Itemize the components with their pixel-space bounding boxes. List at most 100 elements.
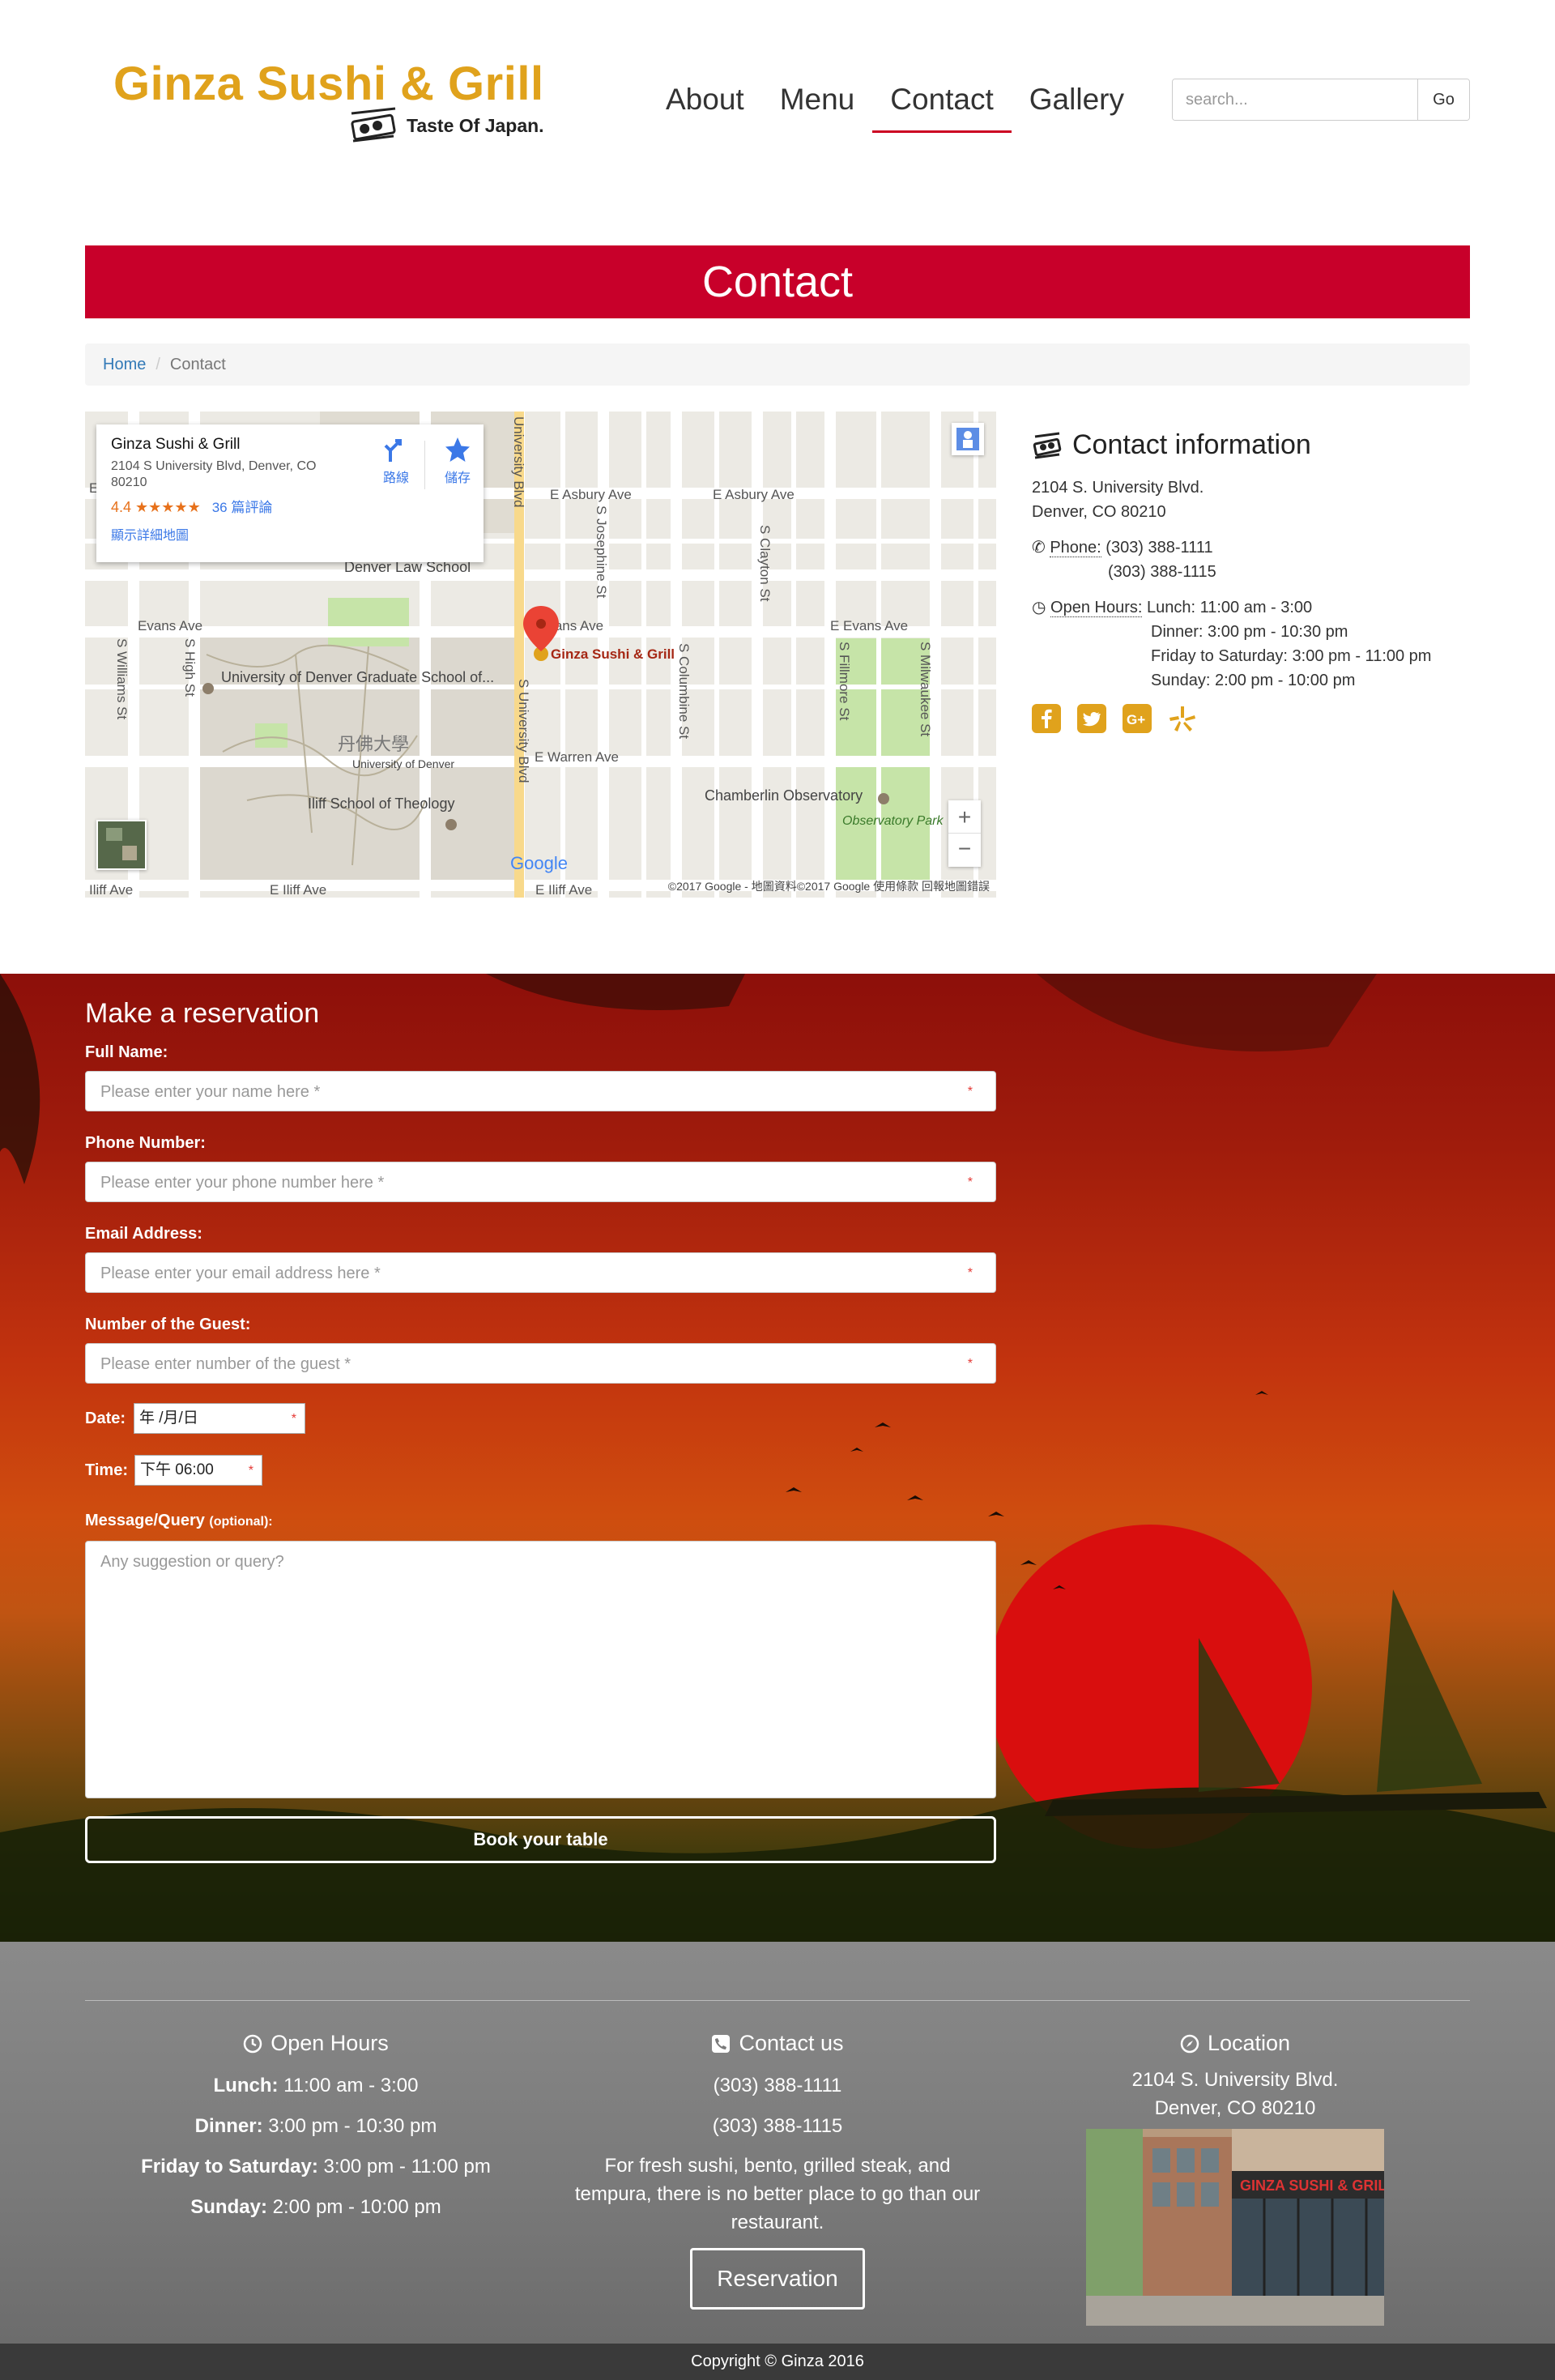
breadcrumb-home[interactable]: Home — [103, 356, 146, 373]
nav-contact[interactable]: Contact — [872, 71, 1012, 133]
map-rating-stars: 4.4 ★★★★★ — [111, 499, 201, 515]
footer-phone-2[interactable]: (303) 388-1115 — [567, 2106, 988, 2147]
map-rating: 4.4 ★★★★★ 36 篇評論 — [111, 496, 469, 516]
twitter-icon[interactable] — [1077, 704, 1106, 733]
phone-number-1[interactable]: (303) 388-1111 — [1106, 539, 1212, 557]
place-iliff: Iliff School of Theology — [308, 795, 454, 812]
phone-number-2[interactable]: (303) 388-1115 — [1032, 560, 1469, 584]
time-label: Time: — [85, 1461, 128, 1479]
time-value: 下午 06:00 — [140, 1461, 214, 1478]
logo[interactable]: Ginza Sushi & Grill Taste Of Japan. — [113, 57, 567, 146]
map-place-card: Ginza Sushi & Grill 2104 S University Bl… — [96, 424, 484, 562]
street-clayton: S Clayton St — [757, 525, 773, 602]
zoom-in-button[interactable]: + — [948, 800, 981, 834]
map-save-label: 儲存 — [444, 471, 471, 485]
footer-hours-lunch: Lunch: 11:00 am - 3:00 — [121, 2066, 510, 2106]
nav-gallery[interactable]: Gallery — [1012, 71, 1142, 133]
clock-icon — [243, 2034, 262, 2053]
search-box: Go — [1172, 79, 1470, 121]
street-milwaukee: S Milwaukee St — [918, 642, 933, 736]
reservation-button[interactable]: Reservation — [690, 2248, 865, 2310]
google-plus-icon[interactable]: G+ — [1123, 704, 1152, 733]
footer-address-line-1: 2104 S. University Blvd. — [1131, 2069, 1339, 2091]
phone-label: Phone Number: — [85, 1134, 206, 1152]
footer-hours-dinner: Dinner: 3:00 pm - 10:30 pm — [121, 2106, 510, 2147]
sushi-icon — [1033, 432, 1062, 459]
footer-phone-1[interactable]: (303) 388-1111 — [567, 2066, 988, 2106]
place-observatory: Chamberlin Observatory — [705, 787, 863, 804]
map-attribution[interactable]: ©2017 Google - 地圖資料©2017 Google 使用條款 回報地… — [668, 878, 990, 894]
breadcrumb: Home / Contact — [85, 343, 1470, 386]
pegman-icon — [956, 428, 979, 450]
map-card-divider — [424, 441, 425, 489]
phone-icon: ✆ — [1032, 539, 1046, 557]
map-directions-button[interactable]: 路線 — [372, 436, 420, 486]
contact-phones: ✆ Phone: (303) 388-1111 (303) 388-1115 — [1032, 535, 1469, 584]
message-textarea[interactable]: Any suggestion or query? — [85, 1541, 996, 1798]
nav-about[interactable]: About — [648, 71, 762, 133]
phone-label: Phone: — [1050, 539, 1101, 557]
guests-label: Number of the Guest: — [85, 1316, 251, 1333]
zoom-controls: + − — [948, 800, 981, 867]
nav-menu[interactable]: Menu — [762, 71, 873, 133]
search-input[interactable] — [1173, 79, 1417, 120]
copyright: Copyright © Ginza 2016 — [0, 2344, 1555, 2380]
footer-description: For fresh sushi, bento, grilled steak, a… — [574, 2155, 981, 2233]
satellite-toggle[interactable] — [96, 820, 147, 870]
full-name-label: Full Name: — [85, 1043, 168, 1061]
message-label-text: Message/Query — [85, 1512, 205, 1529]
map-pin-label: Ginza Sushi & Grill — [551, 646, 675, 662]
footer-location-heading: Location — [1045, 2031, 1425, 2056]
satellite-thumbnail-icon — [98, 821, 145, 868]
time-field[interactable]: 下午 06:00 * — [134, 1455, 262, 1486]
email-field[interactable]: Please enter your email address here * * — [85, 1252, 996, 1293]
social-links: G+ — [1032, 704, 1469, 733]
street-high: S High St — [182, 638, 198, 697]
footer-hours-sunday-label: Sunday: — [190, 2196, 267, 2218]
map-place-address: 2104 S University Blvd, Denver, CO 80210 — [111, 459, 317, 489]
footer-hours: Open Hours Lunch: 11:00 am - 3:00 Dinner… — [121, 2031, 510, 2228]
map-larger-link[interactable]: 顯示詳細地圖 — [111, 524, 469, 544]
street-josephine: S Josephine St — [594, 505, 609, 599]
street-view-button[interactable] — [952, 423, 984, 455]
required-asterisk: * — [967, 1175, 973, 1189]
street-iliff-3: E Iliff Ave — [535, 882, 592, 898]
clock-icon: ◷ — [1032, 599, 1046, 616]
book-table-button[interactable]: Book your table — [85, 1816, 996, 1863]
street-iliff: Iliff Ave — [89, 882, 133, 898]
guests-field[interactable]: Please enter number of the guest * * — [85, 1343, 996, 1384]
full-name-placeholder: Please enter your name here * — [100, 1083, 321, 1101]
contact-info-heading: Contact information — [1032, 429, 1469, 461]
footer-hours-sunday-value: 2:00 pm - 10:00 pm — [266, 2196, 441, 2218]
google-map[interactable]: E Asbury Ave E Asbury Ave E Asbury Ave E… — [85, 412, 996, 898]
footer-contact: Contact us (303) 388-1111 (303) 388-1115… — [567, 2031, 988, 2310]
date-label: Date: — [85, 1410, 126, 1427]
footer-location: Location 2104 S. University Blvd. Denver… — [1045, 2031, 1425, 2326]
required-asterisk: * — [967, 1357, 973, 1371]
reservation-section: Make a reservation Full Name: Please ent… — [0, 974, 1555, 1942]
search-go-button[interactable]: Go — [1417, 79, 1469, 120]
map-directions-label: 路線 — [382, 471, 409, 485]
footer-contact-title: Contact us — [739, 2031, 844, 2055]
date-field[interactable]: 年 /月/日 * — [134, 1403, 305, 1434]
required-asterisk: * — [248, 1464, 253, 1478]
footer-contact-heading: Contact us — [567, 2031, 988, 2056]
zoom-out-button[interactable]: − — [948, 834, 981, 866]
full-name-field[interactable]: Please enter your name here * * — [85, 1071, 996, 1111]
map-reviews-link[interactable]: 36 篇評論 — [212, 500, 273, 515]
hours-label: Open Hours: — [1050, 599, 1143, 617]
header: Ginza Sushi & Grill Taste Of Japan. Abou… — [0, 0, 1555, 203]
compass-icon — [1180, 2034, 1199, 2053]
map-save-button[interactable]: 儲存 — [433, 436, 482, 486]
hours-weekend: Friday to Saturday: 3:00 pm - 11:00 pm — [1151, 647, 1432, 665]
required-asterisk: * — [291, 1412, 296, 1426]
facebook-icon[interactable] — [1032, 704, 1061, 733]
place-park: Observatory Park — [842, 814, 944, 828]
yelp-icon[interactable] — [1168, 704, 1197, 733]
phone-field[interactable]: Please enter your phone number here * * — [85, 1162, 996, 1202]
footer-hours-dinner-value: 3:00 pm - 10:30 pm — [262, 2115, 437, 2137]
phone-placeholder: Please enter your phone number here * — [100, 1174, 385, 1192]
guests-placeholder: Please enter number of the guest * — [100, 1355, 351, 1373]
street-university: S University Blvd — [516, 679, 531, 783]
logo-tagline: Taste Of Japan. — [348, 107, 544, 144]
